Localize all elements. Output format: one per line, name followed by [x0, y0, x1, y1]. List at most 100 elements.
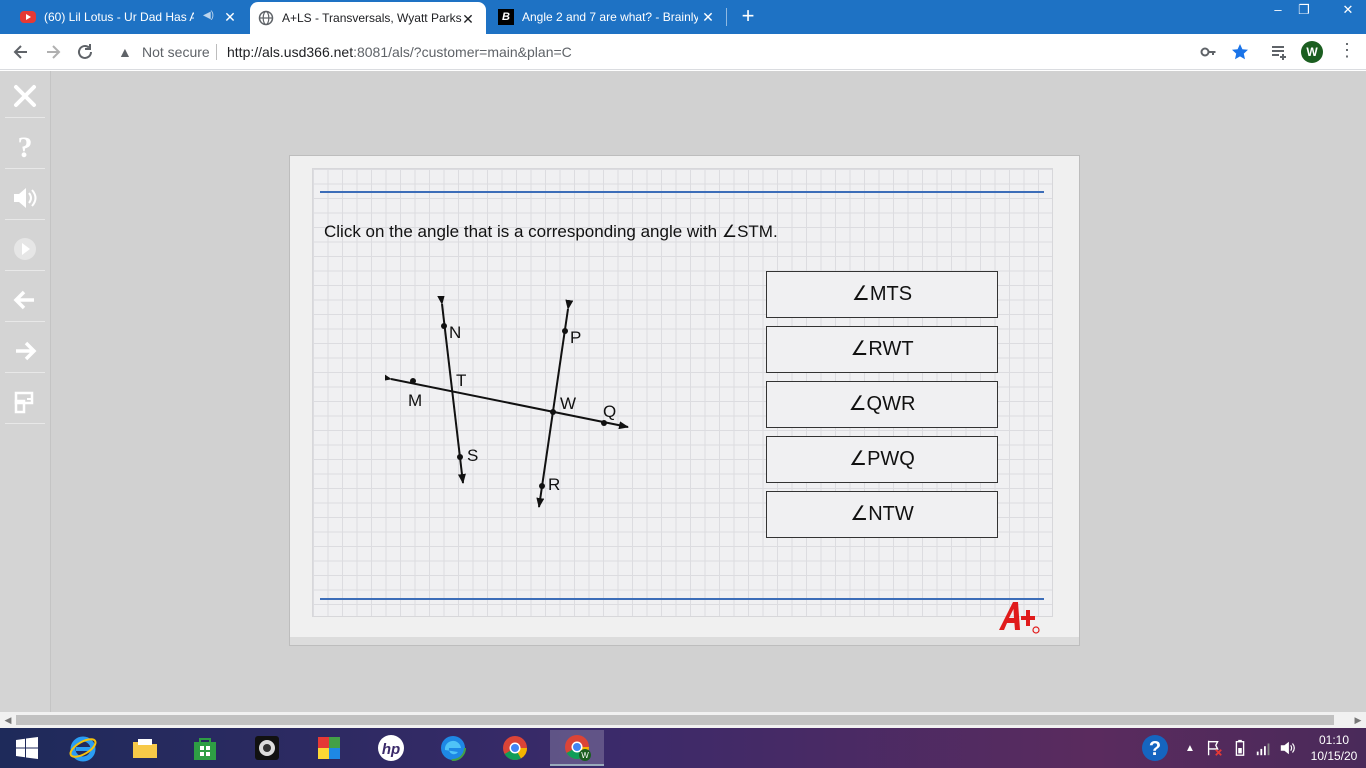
puzzle-app-icon[interactable]: [302, 730, 356, 766]
point-w: [550, 409, 556, 415]
audio-button[interactable]: [5, 176, 45, 220]
tab-title: A+LS - Transversals, Wyatt Parks: [282, 11, 462, 25]
tab-brainly[interactable]: B Angle 2 and 7 are what? - Brainly ✕: [490, 0, 726, 34]
label-n: N: [449, 323, 461, 342]
reading-list-icon[interactable]: [1268, 41, 1290, 63]
chrome-icon[interactable]: [488, 730, 542, 766]
tray-expand-icon[interactable]: ▲: [1180, 730, 1200, 766]
reload-button[interactable]: [74, 41, 96, 63]
lesson-frame: Click on the angle that is a correspondi…: [289, 155, 1080, 646]
window-close-button[interactable]: ✕: [1330, 0, 1366, 22]
tab-close-icon[interactable]: ✕: [222, 9, 238, 25]
help-tray-icon[interactable]: ?: [1130, 730, 1180, 766]
store-icon[interactable]: [178, 730, 232, 766]
previous-button[interactable]: [5, 278, 45, 322]
action-center-flag-icon[interactable]: [1202, 730, 1226, 766]
help-icon: ?: [18, 132, 33, 162]
url-path: :8081/als/?customer=main&plan=C: [353, 44, 572, 60]
new-tab-button[interactable]: +: [737, 5, 759, 28]
tab-close-icon[interactable]: ✕: [700, 9, 716, 25]
clock[interactable]: 01:10 10/15/20: [1306, 732, 1362, 764]
label-t: T: [456, 371, 466, 390]
clock-date: 10/15/20: [1310, 749, 1358, 763]
youtube-icon: [20, 11, 36, 23]
chrome-profile-icon[interactable]: W: [550, 730, 604, 766]
answer-option-rwt[interactable]: ∠RWT: [766, 326, 998, 373]
play-button[interactable]: [5, 227, 45, 271]
help-button[interactable]: ?: [5, 125, 45, 169]
audio-icon[interactable]: ◀): [203, 10, 214, 21]
tab-strip: (60) Lil Lotus - Ur Dad Has A ◀) ✕ A+LS …: [0, 0, 1366, 34]
windows-taskbar: hp W ? ▲ 01:10 10/15/20: [0, 728, 1366, 768]
url-text[interactable]: http://als.usd366.net:8081/als/?customer…: [227, 44, 572, 60]
next-button[interactable]: [5, 329, 45, 373]
point-n: [441, 323, 447, 329]
transversal-diagram: N T M S P W Q R: [385, 296, 629, 508]
tab-youtube[interactable]: (60) Lil Lotus - Ur Dad Has A ◀) ✕: [12, 0, 248, 34]
windows-start-icon[interactable]: [0, 730, 54, 766]
menu-icon[interactable]: ⋮: [1336, 41, 1358, 63]
label-p: P: [570, 328, 581, 347]
profile-avatar[interactable]: W: [1301, 41, 1323, 63]
point-m: [410, 378, 416, 384]
back-arrow-icon: [13, 45, 27, 59]
file-explorer-icon[interactable]: [118, 730, 172, 766]
point-p: [562, 328, 568, 334]
brainly-icon: B: [498, 9, 514, 25]
label-w: W: [560, 394, 576, 413]
back-arrow-icon: [13, 290, 34, 309]
tab-close-icon[interactable]: ✕: [460, 11, 476, 27]
lesson-sidebar: ?: [0, 71, 51, 712]
bottom-rule: [320, 598, 1044, 600]
close-lesson-button[interactable]: [5, 74, 45, 118]
point-r: [539, 483, 545, 489]
back-button[interactable]: [10, 41, 32, 63]
answer-option-mts[interactable]: ∠MTS: [766, 271, 998, 318]
speaker-icon: [14, 187, 37, 208]
scroll-left-icon[interactable]: ◀: [0, 712, 16, 728]
forward-arrow-icon: [47, 45, 61, 59]
battery-icon[interactable]: [1228, 730, 1252, 766]
label-q: Q: [603, 402, 616, 421]
reload-icon: [78, 44, 92, 59]
internet-explorer-icon[interactable]: [56, 730, 110, 766]
top-rule: [320, 191, 1044, 193]
tools-button[interactable]: [5, 380, 45, 424]
label-m: M: [408, 391, 422, 410]
scroll-right-icon[interactable]: ▶: [1350, 712, 1366, 728]
point-s: [457, 454, 463, 460]
restore-button[interactable]: ❐: [1288, 0, 1320, 22]
line-mq: [385, 373, 629, 430]
horizontal-scrollbar[interactable]: ◀ ▶: [0, 712, 1366, 728]
answer-option-ntw[interactable]: ∠NTW: [766, 491, 998, 538]
network-icon[interactable]: [1252, 730, 1276, 766]
globe-icon: [258, 10, 274, 26]
svg-text:W: W: [581, 751, 589, 760]
camera-app-icon[interactable]: [240, 730, 294, 766]
tools-icon: [14, 391, 34, 413]
address-bar[interactable]: ▲ Not secure http://als.usd366.net:8081/…: [108, 38, 1258, 66]
answer-option-qwr[interactable]: ∠QWR: [766, 381, 998, 428]
scroll-thumb[interactable]: [16, 715, 1334, 725]
tab-title: (60) Lil Lotus - Ur Dad Has A: [44, 10, 194, 24]
svg-text:?: ?: [18, 132, 33, 162]
a-plus-logo-icon: [999, 602, 1040, 634]
security-label[interactable]: Not secure: [142, 44, 210, 60]
bookmark-star-icon[interactable]: [1229, 41, 1251, 63]
forward-arrow-icon: [16, 341, 37, 360]
url-host: http://als.usd366.net: [227, 44, 354, 60]
tab-title: Angle 2 and 7 are what? - Brainly: [522, 10, 698, 24]
key-icon[interactable]: [1197, 41, 1219, 63]
answer-option-pwq[interactable]: ∠PWQ: [766, 436, 998, 483]
close-icon: [14, 84, 36, 107]
hp-icon[interactable]: hp: [364, 730, 418, 766]
question-prompt: Click on the angle that is a correspondi…: [324, 222, 778, 241]
warning-icon[interactable]: ▲: [118, 44, 132, 60]
svg-text:?: ?: [1149, 738, 1161, 760]
clock-time: 01:10: [1318, 733, 1350, 747]
volume-icon[interactable]: [1276, 730, 1300, 766]
frame-bottom: [290, 637, 1079, 645]
tab-als[interactable]: A+LS - Transversals, Wyatt Parks ✕: [250, 2, 486, 34]
forward-button[interactable]: [42, 41, 64, 63]
edge-icon[interactable]: [426, 730, 480, 766]
